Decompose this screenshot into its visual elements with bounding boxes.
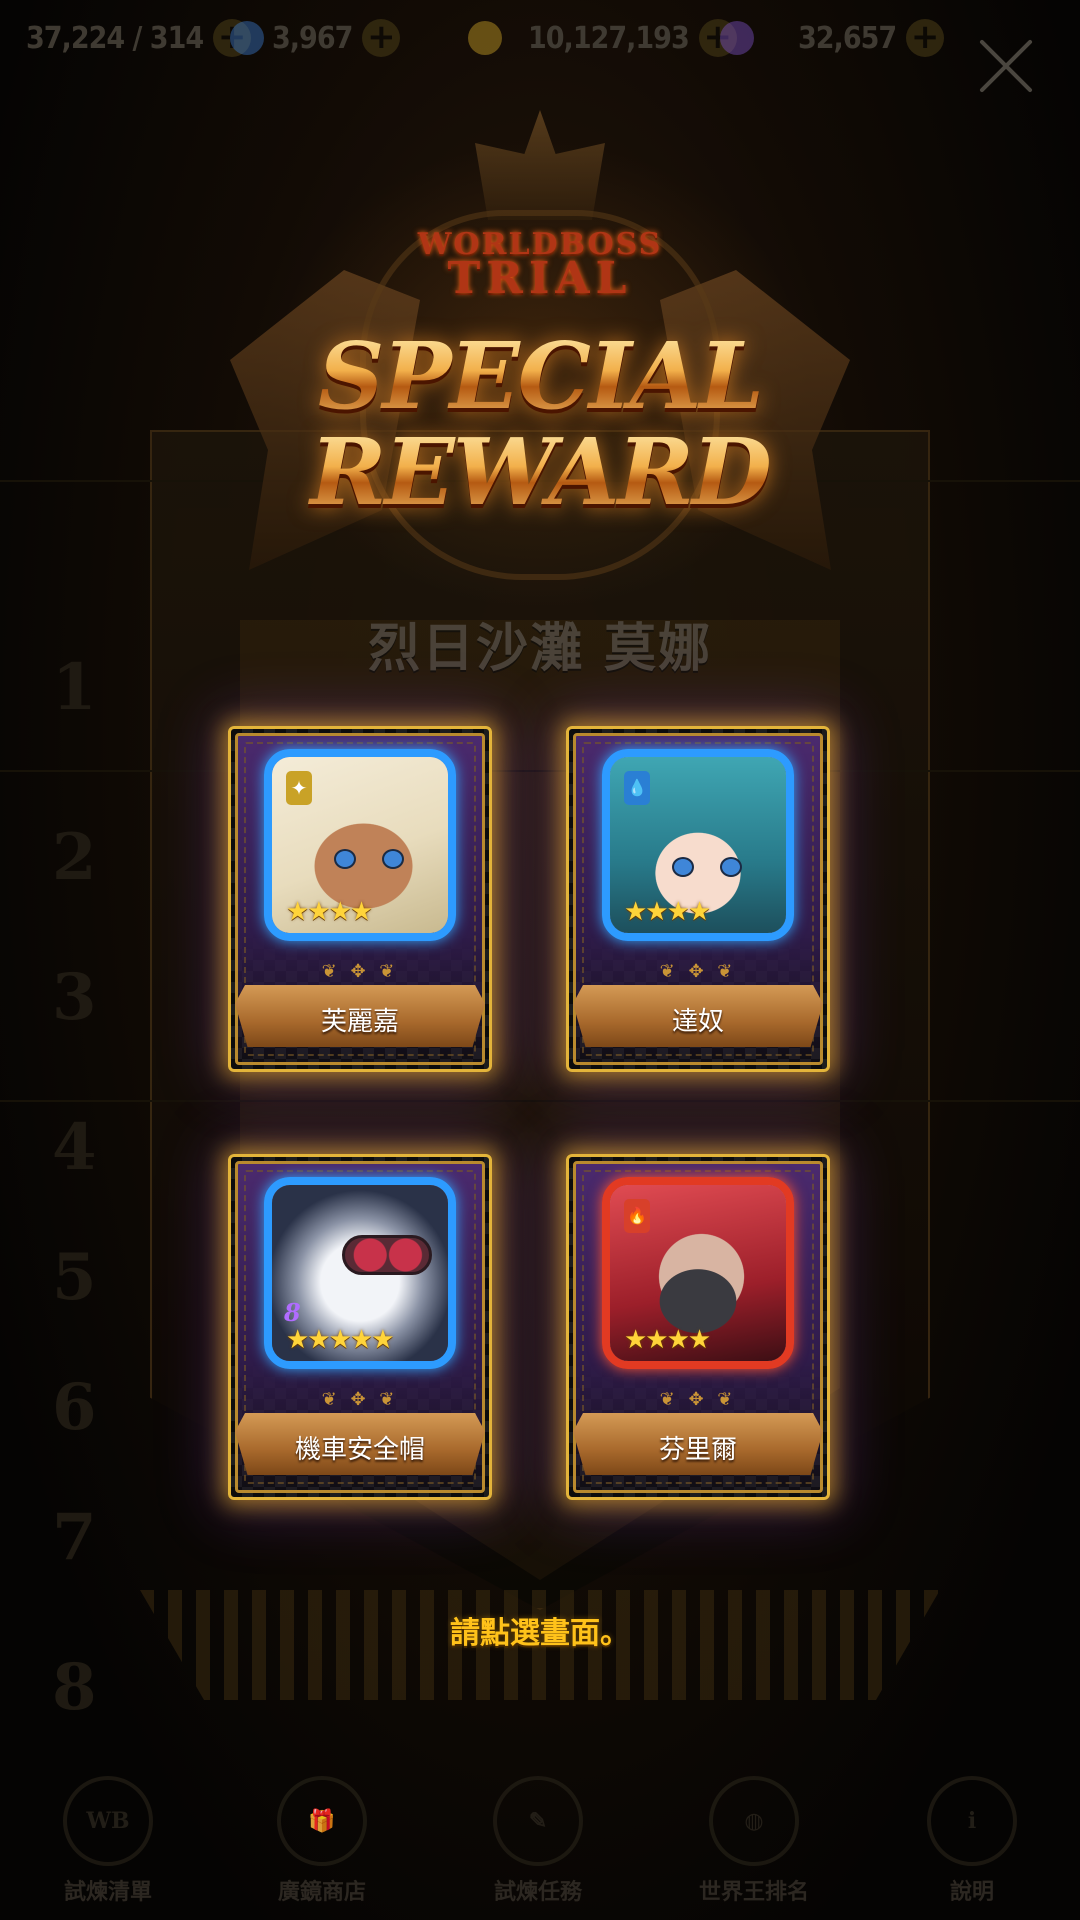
world-boss-icon: WB bbox=[63, 1776, 153, 1866]
card-ornament-icon: ❦ ✥ ❦ bbox=[321, 961, 399, 982]
background-rank-marker: 5 bbox=[52, 1240, 97, 1315]
card-ornament-icon: ❦ ✥ ❦ bbox=[321, 1389, 399, 1410]
nav-info[interactable]: i 說明 bbox=[882, 1776, 1062, 1906]
gold-coin-icon bbox=[468, 21, 502, 55]
nav-shop[interactable]: 🎁 廣鏡商店 bbox=[232, 1776, 412, 1906]
resource-stamina: 37,224 / 314 + bbox=[26, 18, 252, 58]
portrait-frame: 🔥 ★★★★ bbox=[602, 1177, 794, 1369]
reward-card-4[interactable]: 🔥 ★★★★ ❦ ✥ ❦ 芬里爾 bbox=[566, 1154, 830, 1500]
purple-crystal-icon bbox=[720, 21, 754, 55]
card-ornament-icon: ❦ ✥ ❦ bbox=[659, 1389, 737, 1410]
gift-shop-icon: 🎁 bbox=[277, 1776, 367, 1866]
reward-card-1[interactable]: ✦ ★★★★ ❦ ✥ ❦ 芙麗嘉 bbox=[228, 726, 492, 1072]
reward-name: 芙麗嘉 bbox=[320, 1006, 399, 1037]
emblem-subtitle: WORLDBOSS TRIAL bbox=[230, 228, 850, 304]
nav-ranking[interactable]: ◍ 世界王排名 bbox=[664, 1776, 844, 1906]
background-divider bbox=[0, 770, 1080, 772]
crown-ornament-icon bbox=[475, 110, 605, 220]
nav-trial-list[interactable]: WB 試煉清單 bbox=[18, 1776, 198, 1906]
resource-gold: 10,127,193 + bbox=[468, 18, 737, 58]
bottom-navigation: WB 試煉清單 🎁 廣鏡商店 ✎ 試煉任務 ◍ 世界王排名 i 說明 bbox=[0, 1760, 1080, 1920]
emblem-title-line1: SPECIAL bbox=[230, 322, 850, 430]
trial-quest-icon: ✎ bbox=[493, 1776, 583, 1866]
item-level: 8 bbox=[284, 1298, 301, 1327]
blue-gem-icon bbox=[230, 21, 264, 55]
nav-label: 世界王排名 bbox=[698, 1880, 809, 1905]
star-rating: ★★★★ bbox=[624, 897, 711, 927]
rank-globe-icon: ◍ bbox=[709, 1776, 799, 1866]
nav-label: 說明 bbox=[949, 1880, 994, 1905]
reward-name: 機車安全帽 bbox=[294, 1434, 425, 1465]
special-reward-emblem: WORLDBOSS TRIAL SPECIAL REWARD bbox=[230, 100, 850, 620]
reward-card-2[interactable]: 💧 ★★★★ ❦ ✥ ❦ 達奴 bbox=[566, 726, 830, 1072]
background-rank-marker: 3 bbox=[52, 960, 97, 1035]
background-rank-marker: 2 bbox=[52, 820, 97, 895]
star-rating: ★★★★★ bbox=[286, 1325, 395, 1355]
nav-label: 試煉任務 bbox=[493, 1880, 582, 1905]
tap-screen-prompt: 請點選畫面。 bbox=[450, 1616, 630, 1651]
reward-name: 芬里爾 bbox=[658, 1434, 737, 1465]
name-ribbon: 芬里爾 bbox=[573, 1413, 823, 1475]
resource-crystal: 32,657 + bbox=[720, 18, 945, 58]
background-rank-marker: 6 bbox=[52, 1370, 97, 1445]
background-rank-marker: 8 bbox=[52, 1650, 97, 1725]
resource-gems: 3,967 + bbox=[230, 18, 401, 58]
background-divider bbox=[0, 1100, 1080, 1102]
background-rank-marker: 7 bbox=[52, 1500, 97, 1575]
reward-subtitle: 烈日沙灘 莫娜 bbox=[367, 619, 713, 679]
nav-trial-quest[interactable]: ✎ 試煉任務 bbox=[448, 1776, 628, 1906]
portrait-frame: ✦ ★★★★ bbox=[264, 749, 456, 941]
close-icon[interactable] bbox=[976, 36, 1036, 96]
emblem-title-line2: REWARD bbox=[230, 418, 850, 526]
resource-value: 32,657 bbox=[798, 20, 897, 56]
nav-label: 廣鏡商店 bbox=[277, 1880, 366, 1905]
water-element-icon: 💧 bbox=[624, 771, 650, 805]
resource-value: 10,127,193 bbox=[528, 20, 690, 56]
star-rating: ★★★★ bbox=[286, 897, 373, 927]
emblem-line2: TRIAL bbox=[447, 253, 633, 304]
light-element-icon: ✦ bbox=[286, 771, 312, 805]
portrait-frame: 💧 ★★★★ bbox=[602, 749, 794, 941]
name-ribbon: 芙麗嘉 bbox=[235, 985, 485, 1047]
background-rank-marker: 4 bbox=[52, 1110, 97, 1185]
reward-name: 達奴 bbox=[671, 1006, 724, 1037]
add-crystal-button[interactable]: + bbox=[906, 19, 945, 57]
name-ribbon: 達奴 bbox=[573, 985, 823, 1047]
add-gems-button[interactable]: + bbox=[362, 19, 401, 57]
resource-bar: 37,224 / 314 + 3,967 + 10,127,193 + 32,6… bbox=[0, 0, 1080, 78]
star-rating: ★★★★ bbox=[624, 1325, 711, 1355]
resource-value: 37,224 / 314 bbox=[26, 20, 204, 56]
reward-card-3[interactable]: 8 ★★★★★ ❦ ✥ ❦ 機車安全帽 bbox=[228, 1154, 492, 1500]
nav-label: 試煉清單 bbox=[63, 1880, 152, 1905]
portrait-frame: 8 ★★★★★ bbox=[264, 1177, 456, 1369]
resource-value: 3,967 bbox=[272, 20, 353, 56]
fire-element-icon: 🔥 bbox=[624, 1199, 650, 1233]
info-icon: i bbox=[927, 1776, 1017, 1866]
card-ornament-icon: ❦ ✥ ❦ bbox=[659, 961, 737, 982]
name-ribbon: 機車安全帽 bbox=[235, 1413, 485, 1475]
